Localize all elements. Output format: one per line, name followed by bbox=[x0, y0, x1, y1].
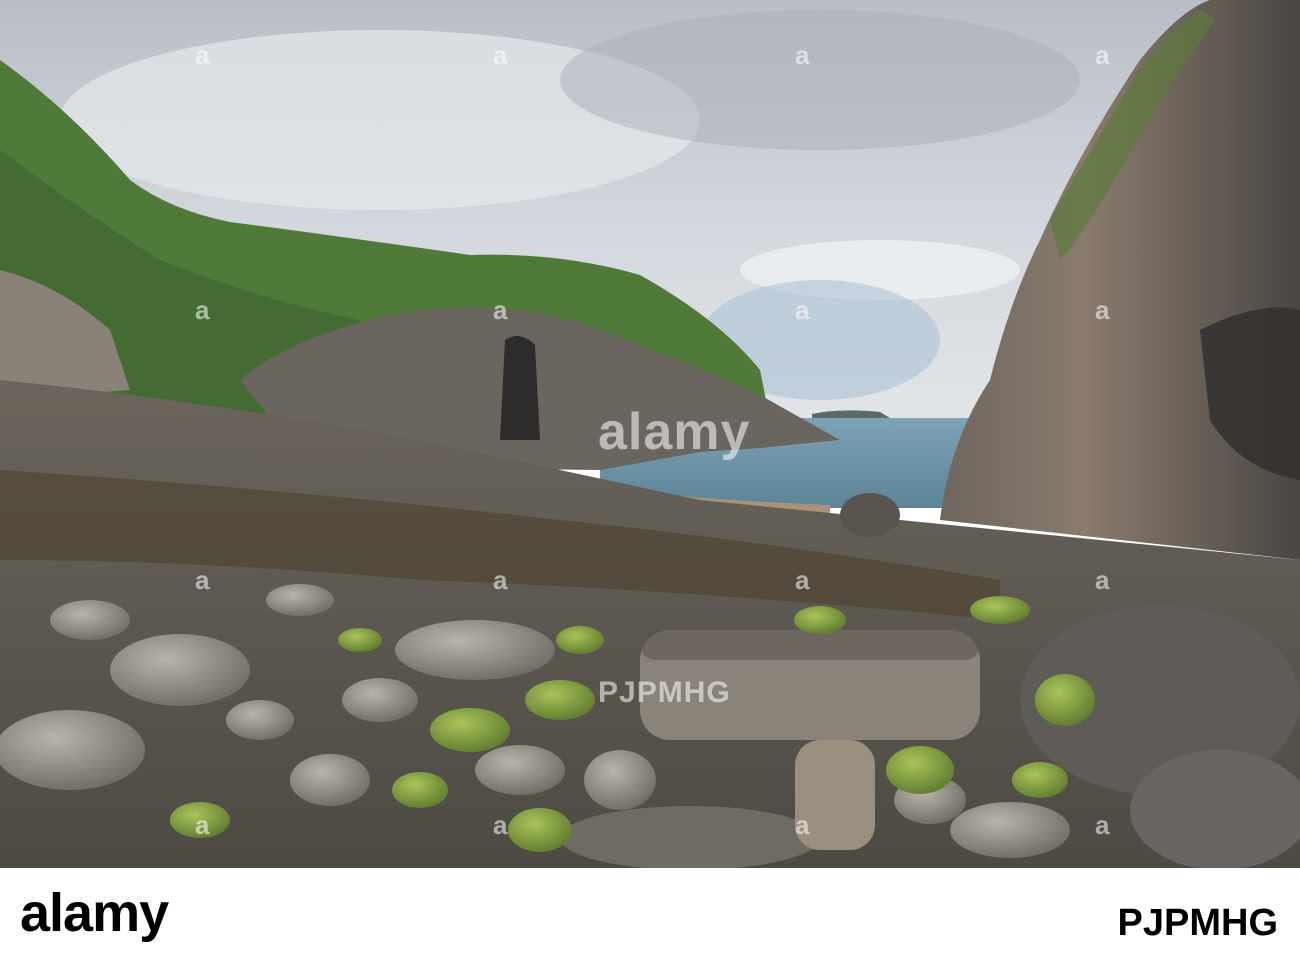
cloud bbox=[560, 10, 1080, 150]
footer-bar bbox=[0, 868, 1300, 956]
image-id-label: PJPMHG bbox=[1117, 902, 1278, 944]
coastal-cove-photo bbox=[0, 0, 1300, 868]
cave-shadow bbox=[500, 336, 540, 440]
brand-logo: alamy bbox=[20, 883, 169, 943]
